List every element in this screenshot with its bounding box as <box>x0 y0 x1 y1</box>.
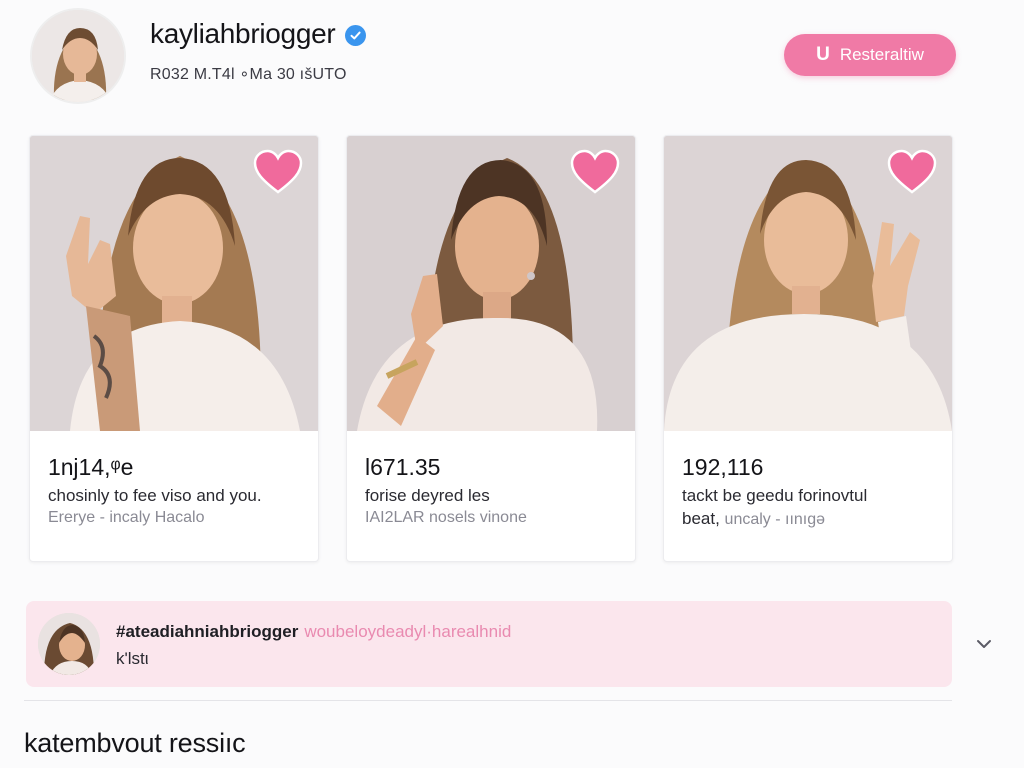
profile-avatar[interactable] <box>30 8 126 104</box>
restore-button[interactable]: U Resteraltiw <box>784 34 956 76</box>
post-count: 1ǌ14,ᵠе <box>48 454 134 480</box>
post-card[interactable]: 192,116 tackt be geedu forinovtul beat, … <box>663 135 953 562</box>
post-caption: chosinly to fee viso and you. <box>48 486 262 505</box>
comment-text: k'lstι <box>116 649 149 668</box>
cta-icon: U <box>816 44 830 65</box>
section-title: katembvout ressiıc <box>24 728 246 758</box>
post-card[interactable]: 1ǌ14,ᵠе chosinly to fee viso and you. Er… <box>29 135 319 562</box>
chevron-down-icon[interactable] <box>972 632 996 656</box>
comment-bar[interactable]: #ateadiahniahbriogger woubeloydeadyl·hare… <box>26 601 952 687</box>
post-photo[interactable] <box>664 136 952 431</box>
comment-handle[interactable]: #ateadiahniahbriogger woubeloydeadyl·hare… <box>116 622 511 642</box>
post-caption: forise deyred les <box>365 486 490 505</box>
verified-badge-icon <box>345 24 367 46</box>
post-photo[interactable] <box>30 136 318 431</box>
like-heart-icon[interactable] <box>886 148 938 196</box>
post-card[interactable]: l671.35 forise deyred les IAI2LAR nosels… <box>346 135 636 562</box>
like-heart-icon[interactable] <box>252 148 304 196</box>
cta-label: Resteraltiw <box>839 45 924 64</box>
comment-handle-text[interactable]: #ateadiahniahbriogger <box>116 622 298 641</box>
section-divider <box>24 700 952 701</box>
post-caption: tackt be geedu forinovtul <box>682 486 868 505</box>
profile-header: kayliahbriogger R032 M.T4l ∘Ma 30 ıšUTO … <box>0 0 1024 120</box>
profile-meta: R032 M.T4l ∘Ma 30 ıšUTO <box>150 66 347 83</box>
post-count: l671.35 <box>365 454 441 480</box>
comment-link[interactable]: woubeloydeadyl·harealhnid <box>304 622 511 641</box>
post-subtitle: Ererye - incaly Hacalo <box>48 509 205 526</box>
comment-avatar[interactable] <box>38 613 100 675</box>
post-subtitle: uncaly - ıınıgə <box>724 511 826 528</box>
post-photo[interactable] <box>347 136 635 431</box>
post-subtitle: IAI2LAR nosels vinone <box>365 509 527 526</box>
like-heart-icon[interactable] <box>569 148 621 196</box>
post-count: 192,116 <box>682 454 764 480</box>
post-caption-continued: beat, uncaly - ıınıgə <box>682 509 825 529</box>
post-caption-tail: beat, <box>682 509 720 528</box>
profile-username[interactable]: kayliahbriogger <box>150 18 336 50</box>
